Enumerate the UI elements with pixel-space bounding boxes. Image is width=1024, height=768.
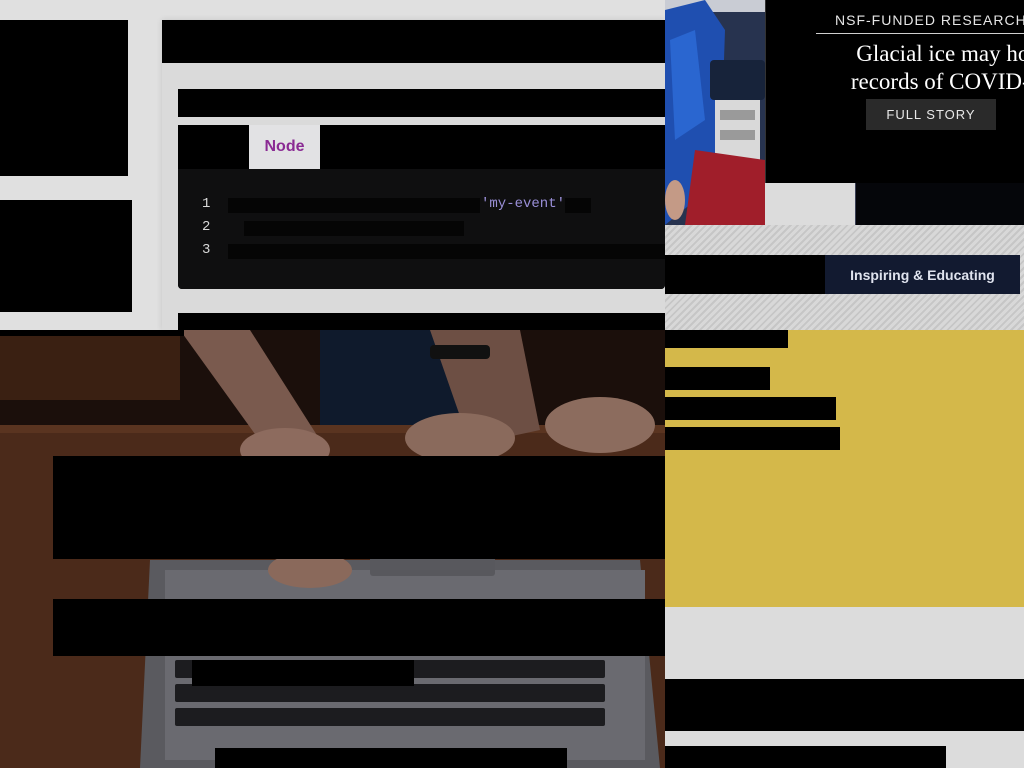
- news-headline-line: records of COVID-1: [850, 69, 1024, 94]
- tab-node-label: Node: [264, 138, 305, 155]
- news-kicker: NSF-FUNDED RESEARCH: [835, 12, 1024, 28]
- researcher-photo: [665, 0, 765, 225]
- news-card-footer: [855, 183, 1024, 225]
- news-headline-line: Glacial ice may hol: [856, 41, 1024, 66]
- redacted-docs-header: [162, 20, 665, 63]
- redacted-code: [228, 244, 665, 259]
- redacted-text-line: [665, 427, 840, 450]
- code-body: 1 2 3 'my-event': [178, 169, 665, 289]
- inspiring-educating-button[interactable]: Inspiring & Educating: [825, 255, 1020, 294]
- redacted-docs-heading: [178, 89, 665, 117]
- redacted-code: [565, 198, 591, 213]
- redacted-strip: [0, 330, 184, 336]
- redacted-code: [228, 198, 480, 213]
- news-photo: [665, 0, 765, 225]
- redacted-text-line: [665, 367, 770, 390]
- redacted-band-label: [665, 255, 825, 294]
- redacted-text-line: [665, 330, 788, 348]
- line-number: 2: [202, 219, 211, 235]
- redacted-text-line: [665, 397, 836, 420]
- redacted-bottom-line: [665, 746, 946, 768]
- tab-node[interactable]: Node: [249, 125, 320, 169]
- redacted-docs-bottom: [178, 313, 665, 330]
- redacted-code: [244, 221, 464, 236]
- line-number: 3: [202, 242, 211, 258]
- redacted-hero-subtitle: [53, 599, 665, 656]
- divider: [816, 33, 1024, 34]
- news-card: NSF-FUNDED RESEARCH Glacial ice may hol …: [765, 0, 1024, 183]
- full-story-button[interactable]: FULL STORY: [866, 99, 996, 130]
- page-root: Node 1 2 3 'my-event' NSF-FUNDED RESEARC…: [0, 0, 1024, 768]
- redacted-sidebar-block: [0, 200, 132, 312]
- line-number: 1: [202, 196, 211, 212]
- code-example: Node 1 2 3 'my-event': [178, 125, 665, 289]
- redacted-hero-title: [53, 456, 665, 559]
- news-headline[interactable]: Glacial ice may hol records of COVID-1: [816, 40, 1024, 96]
- redacted-bottom-heading: [665, 679, 1024, 731]
- redacted-hero-bottom: [215, 748, 567, 768]
- code-string: 'my-event': [481, 196, 566, 212]
- redacted-sidebar-block: [0, 20, 128, 176]
- redacted-hero-line: [192, 660, 414, 686]
